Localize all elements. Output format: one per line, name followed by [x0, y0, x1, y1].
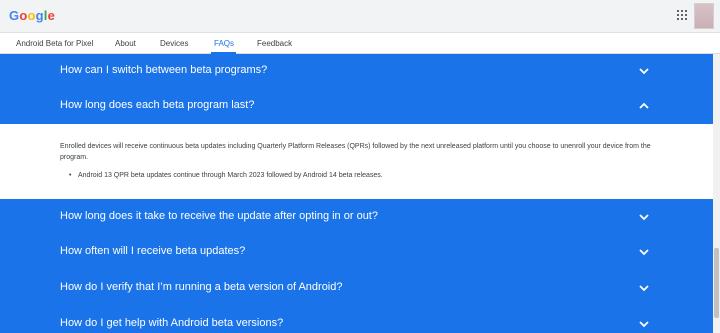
faq-question: How long does each beta program last?	[60, 99, 255, 111]
scrollbar-thumb[interactable]	[714, 248, 719, 318]
faq-item-expanded[interactable]: How long does each beta program last?	[0, 87, 713, 124]
nav-item-android-beta[interactable]: Android Beta for Pixel	[16, 39, 93, 48]
faq-item[interactable]: How can I switch between beta programs?	[0, 54, 713, 87]
faq-question: How do I get help with Android beta vers…	[60, 317, 284, 329]
google-logo[interactable]: Google	[9, 8, 55, 23]
answer-paragraph: Enrolled devices will receive continuous…	[60, 143, 651, 161]
logo-letter: G	[9, 8, 20, 23]
faq-question: How often will I receive beta updates?	[60, 245, 246, 257]
chevron-down-icon[interactable]	[638, 211, 650, 223]
faq-question: How can I switch between beta programs?	[60, 64, 268, 76]
chevron-down-icon[interactable]	[638, 65, 650, 77]
faq-item[interactable]: How do I verify that I’m running a beta …	[0, 270, 713, 306]
logo-letter: e	[47, 8, 56, 23]
answer-bullet: Android 13 QPR beta updates continue thr…	[78, 172, 383, 179]
nav-bar: Android Beta for Pixel About Devices FAQ…	[0, 33, 720, 54]
logo-letter: o	[19, 8, 28, 23]
answer-bullet-list: Android 13 QPR beta updates continue thr…	[78, 172, 383, 179]
chevron-down-icon[interactable]	[638, 282, 650, 294]
nav-item-devices[interactable]: Devices	[160, 39, 188, 48]
faq-item[interactable]: How often will I receive beta updates?	[0, 234, 713, 270]
chevron-down-icon[interactable]	[638, 246, 650, 258]
logo-letter: g	[35, 8, 44, 23]
faq-question: How do I verify that I’m running a beta …	[60, 281, 343, 293]
nav-item-about[interactable]: About	[115, 39, 136, 48]
nav-item-feedback[interactable]: Feedback	[257, 39, 292, 48]
logo-letter: o	[27, 8, 36, 23]
faq-item[interactable]: How do I get help with Android beta vers…	[0, 306, 713, 333]
faq-answer: Enrolled devices will receive continuous…	[0, 124, 713, 199]
avatar[interactable]	[694, 3, 714, 29]
top-bar: Google	[0, 0, 720, 33]
apps-grid-icon[interactable]	[677, 10, 687, 20]
chevron-down-icon[interactable]	[638, 318, 650, 330]
faq-item[interactable]: How long does it take to receive the upd…	[0, 199, 713, 234]
faq-list: How can I switch between beta programs? …	[0, 54, 713, 333]
chevron-up-icon[interactable]	[638, 100, 650, 112]
faq-question: How long does it take to receive the upd…	[60, 210, 378, 222]
nav-item-faqs[interactable]: FAQs	[214, 39, 234, 48]
